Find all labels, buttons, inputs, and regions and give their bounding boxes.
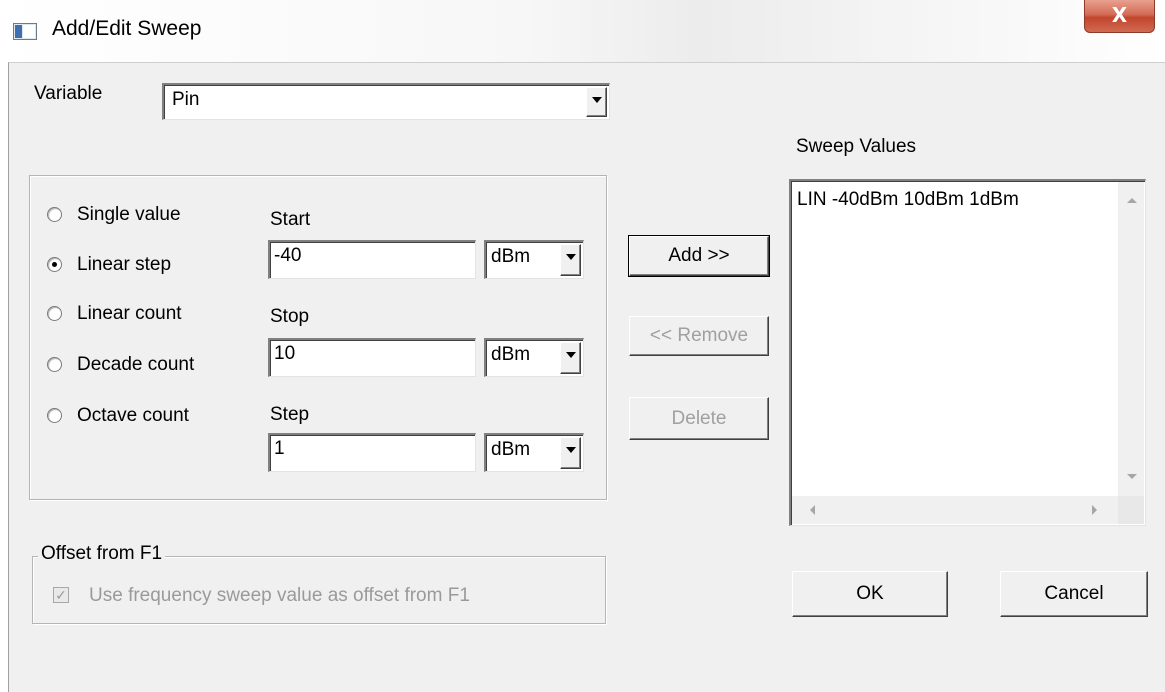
- variable-value: Pin: [172, 89, 200, 110]
- scroll-left-arrow-icon[interactable]: [810, 505, 815, 515]
- offset-checkbox-label[interactable]: Use frequency sweep value as offset from…: [89, 584, 470, 608]
- stop-input[interactable]: 10: [268, 338, 476, 377]
- cancel-button[interactable]: Cancel: [1000, 571, 1148, 617]
- add-button[interactable]: Add >>: [628, 235, 770, 277]
- radio-decade-count-label[interactable]: Decade count: [77, 353, 194, 377]
- radio-decade-count[interactable]: [47, 357, 62, 372]
- scrollbar-corner: [1118, 496, 1144, 524]
- scroll-down-arrow-icon[interactable]: [1127, 474, 1137, 479]
- sweep-values-list[interactable]: LIN -40dBm 10dBm 1dBm: [789, 179, 1146, 526]
- start-input[interactable]: -40: [268, 240, 476, 279]
- close-button[interactable]: X: [1084, 0, 1155, 33]
- radio-octave-count-label[interactable]: Octave count: [77, 404, 189, 428]
- offset-group-label: Offset from F1: [38, 543, 166, 565]
- sweep-values-label: Sweep Values: [796, 136, 917, 157]
- start-unit-dropdown-arrow-icon[interactable]: [560, 244, 581, 276]
- scroll-right-arrow-icon[interactable]: [1092, 505, 1097, 515]
- stop-value: 10: [274, 343, 296, 364]
- step-unit-dropdown-arrow-icon[interactable]: [560, 437, 581, 469]
- radio-linear-step-label[interactable]: Linear step: [77, 253, 171, 277]
- title-bar: Add/Edit Sweep X: [0, 0, 1165, 62]
- radio-single-value-label[interactable]: Single value: [77, 203, 181, 227]
- remove-button[interactable]: << Remove: [629, 316, 769, 356]
- window-title: Add/Edit Sweep: [52, 17, 202, 40]
- radio-linear-count[interactable]: [47, 306, 62, 321]
- radio-octave-count[interactable]: [47, 408, 62, 423]
- app-window-icon: [13, 23, 37, 40]
- stop-unit-value: dBm: [491, 344, 531, 365]
- radio-linear-count-label[interactable]: Linear count: [77, 302, 182, 326]
- delete-button[interactable]: Delete: [629, 397, 769, 440]
- step-input[interactable]: 1: [268, 433, 476, 472]
- radio-linear-step[interactable]: [47, 257, 62, 272]
- step-value: 1: [274, 438, 285, 459]
- step-label: Step: [270, 404, 310, 425]
- stop-label: Stop: [270, 306, 310, 327]
- start-unit-value: dBm: [491, 246, 531, 267]
- checkmark-icon: ✓: [55, 587, 67, 603]
- radio-single-value[interactable]: [47, 207, 62, 222]
- variable-dropdown-arrow-icon[interactable]: [586, 87, 607, 117]
- horizontal-scrollbar[interactable]: [792, 496, 1118, 524]
- step-unit-select[interactable]: dBm: [484, 433, 584, 472]
- variable-label: Variable: [34, 83, 103, 104]
- variable-combobox[interactable]: Pin: [162, 83, 610, 120]
- ok-button[interactable]: OK: [792, 571, 948, 617]
- vertical-scrollbar[interactable]: [1118, 182, 1144, 496]
- stop-unit-dropdown-arrow-icon[interactable]: [560, 342, 581, 374]
- start-unit-select[interactable]: dBm: [484, 240, 584, 279]
- start-label: Start: [270, 209, 311, 230]
- start-value: -40: [274, 245, 302, 266]
- stop-unit-select[interactable]: dBm: [484, 338, 584, 377]
- list-item[interactable]: LIN -40dBm 10dBm 1dBm: [797, 188, 1019, 212]
- step-unit-value: dBm: [491, 439, 531, 460]
- offset-checkbox[interactable]: ✓: [53, 587, 69, 603]
- scroll-up-arrow-icon[interactable]: [1127, 198, 1137, 203]
